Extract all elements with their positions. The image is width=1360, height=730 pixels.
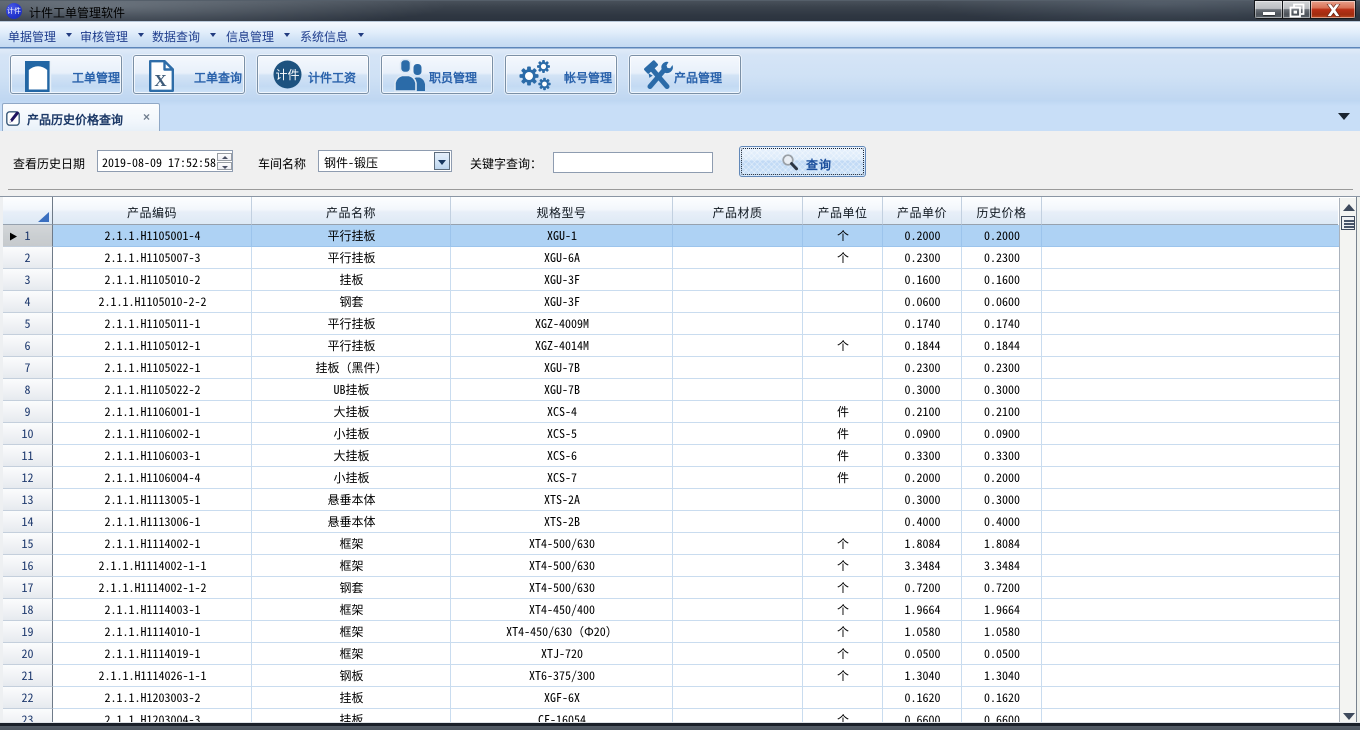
svg-text:X: X bbox=[154, 71, 167, 90]
svg-text:计件: 计件 bbox=[275, 66, 299, 83]
